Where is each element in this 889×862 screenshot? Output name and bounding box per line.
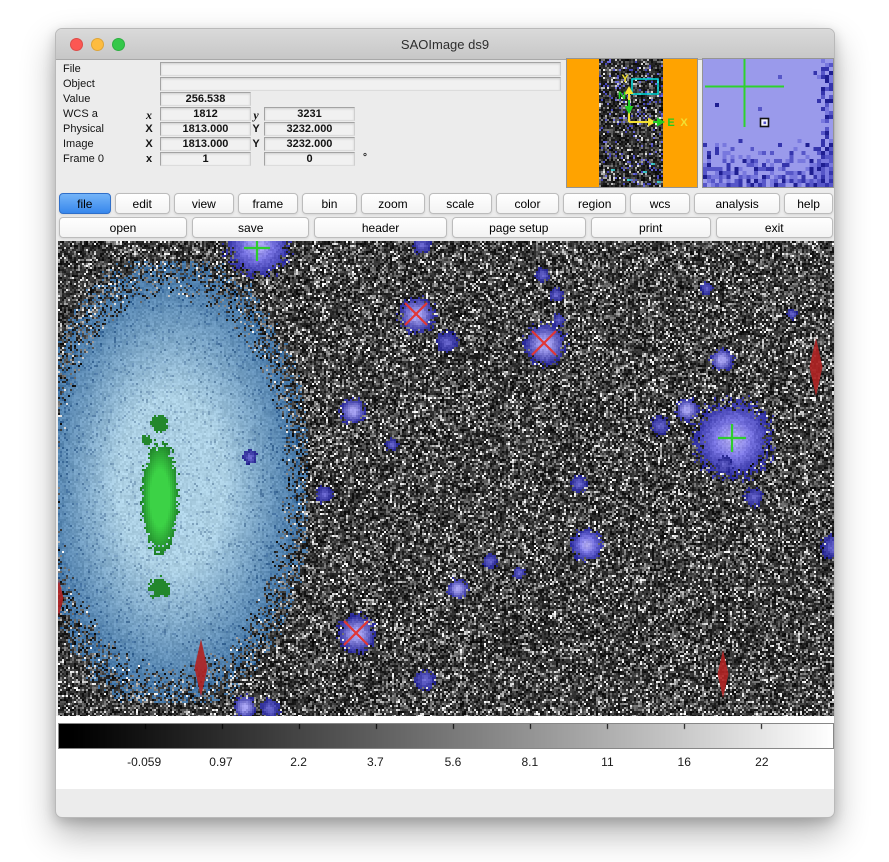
value-label: Value bbox=[63, 93, 90, 105]
traffic-lights bbox=[70, 29, 125, 59]
colorbar-tick-label: 8.1 bbox=[521, 755, 538, 769]
info-row-file: File bbox=[56, 62, 616, 77]
wcs-x-sublabel: x bbox=[142, 108, 156, 123]
magnifier-crosshair-icon bbox=[705, 59, 784, 127]
file-field[interactable] bbox=[160, 62, 561, 76]
compass-x-label: X bbox=[680, 117, 688, 129]
menu-bin[interactable]: bin bbox=[302, 193, 357, 214]
object-field[interactable] bbox=[160, 77, 561, 91]
image-x-field[interactable]: 1813.000 bbox=[160, 137, 251, 151]
region-cross-marker[interactable] bbox=[244, 241, 270, 261]
colorbar-tick-label: 0.97 bbox=[209, 755, 232, 769]
region-diamond-marker[interactable] bbox=[195, 639, 208, 697]
frame-zoom-sublabel: x bbox=[142, 153, 156, 165]
image-display[interactable] bbox=[58, 241, 834, 716]
frame-rotate-field[interactable]: 0 bbox=[264, 152, 355, 166]
menu-page-setup[interactable]: page setup bbox=[452, 217, 586, 238]
menu-edit[interactable]: edit bbox=[115, 193, 170, 214]
region-x-marker[interactable] bbox=[344, 621, 368, 645]
colorbar-tick-label: 16 bbox=[678, 755, 691, 769]
colorbar-canvas[interactable] bbox=[59, 724, 833, 748]
file-label: File bbox=[63, 63, 81, 75]
info-row-value: Value 256.538 bbox=[56, 92, 616, 107]
menu-color[interactable]: color bbox=[496, 193, 560, 214]
wcs-y-field[interactable]: 3231 bbox=[264, 107, 355, 121]
panner-overlay: Y N E X bbox=[567, 59, 697, 187]
ds9-window: SAOImage ds9 File Object Value 256.538 W… bbox=[55, 28, 835, 818]
menu-analysis[interactable]: analysis bbox=[694, 193, 780, 214]
physical-y-sublabel: Y bbox=[249, 123, 263, 135]
degree-suffix: ° bbox=[358, 152, 372, 163]
physical-x-sublabel: X bbox=[142, 123, 156, 135]
region-diamond-marker[interactable] bbox=[810, 338, 823, 396]
menu-wcs[interactable]: wcs bbox=[630, 193, 690, 214]
colorbar-tick-label: -0.059 bbox=[127, 755, 161, 769]
colorbar[interactable] bbox=[58, 723, 834, 749]
physical-label: Physical bbox=[63, 123, 104, 135]
magnifier-overlay bbox=[703, 59, 833, 187]
info-row-image: Image X 1813.000 Y 3232.000 bbox=[56, 137, 616, 152]
region-x-marker[interactable] bbox=[405, 303, 427, 325]
magnifier-panel[interactable] bbox=[702, 58, 834, 188]
menu-scale[interactable]: scale bbox=[429, 193, 492, 214]
value-field[interactable]: 256.538 bbox=[160, 92, 251, 106]
physical-x-field[interactable]: 1813.000 bbox=[160, 122, 251, 136]
object-label: Object bbox=[63, 78, 95, 90]
image-y-sublabel: Y bbox=[249, 138, 263, 150]
region-overlay bbox=[58, 241, 834, 716]
image-x-sublabel: X bbox=[142, 138, 156, 150]
window-title: SAOImage ds9 bbox=[401, 37, 489, 52]
colorbar-tick-label: 22 bbox=[755, 755, 768, 769]
wcs-y-sublabel: y bbox=[249, 108, 263, 123]
region-cross-marker[interactable] bbox=[718, 424, 746, 452]
physical-y-field[interactable]: 3232.000 bbox=[264, 122, 355, 136]
image-y-field[interactable]: 3232.000 bbox=[264, 137, 355, 151]
compass-e-label: E bbox=[667, 117, 674, 129]
close-button[interactable] bbox=[70, 38, 83, 51]
panner-viewport-rect[interactable] bbox=[632, 79, 658, 94]
magnifier-cursor-pixel bbox=[761, 119, 769, 127]
menu-row-1: fileeditviewframebinzoomscalecolorregion… bbox=[59, 193, 833, 214]
colorbar-tick-label: 11 bbox=[601, 755, 613, 769]
compass-y-label: Y bbox=[621, 73, 629, 85]
colorbar-tick-label: 5.6 bbox=[445, 755, 462, 769]
region-x-marker[interactable] bbox=[532, 331, 556, 355]
wcs-x-field[interactable]: 1812 bbox=[160, 107, 251, 121]
frame-label: Frame 0 bbox=[63, 153, 104, 165]
frame-zoom-field[interactable]: 1 bbox=[160, 152, 251, 166]
titlebar[interactable]: SAOImage ds9 bbox=[56, 29, 834, 60]
info-row-frame: Frame 0 x 1 0 ° bbox=[56, 152, 616, 167]
menu-row-2: opensaveheader page setupprintexit bbox=[59, 217, 833, 238]
menu-file[interactable]: file bbox=[59, 193, 111, 214]
menu-open[interactable]: open bbox=[59, 217, 187, 238]
colorbar-tick-label: 2.2 bbox=[290, 755, 307, 769]
info-row-physical: Physical X 1813.000 Y 3232.000 bbox=[56, 122, 616, 137]
info-row-wcs: WCS a x 1812 y 3231 bbox=[56, 107, 616, 122]
menu-exit[interactable]: exit bbox=[716, 217, 833, 238]
menu-region[interactable]: region bbox=[563, 193, 626, 214]
region-diamond-marker[interactable] bbox=[718, 650, 729, 698]
menu-header[interactable]: header bbox=[314, 217, 446, 238]
panner-panel[interactable]: Y N E X bbox=[566, 58, 698, 188]
menu-zoom[interactable]: zoom bbox=[361, 193, 425, 214]
menu-help[interactable]: help bbox=[784, 193, 833, 214]
info-row-object: Object bbox=[56, 77, 616, 92]
compass-n-label: N bbox=[618, 90, 626, 102]
region-diamond-marker[interactable] bbox=[58, 580, 64, 616]
wcs-label: WCS a bbox=[63, 108, 98, 120]
menu-frame[interactable]: frame bbox=[238, 193, 298, 214]
colorbar-tick-label: 3.7 bbox=[367, 755, 384, 769]
menu-view[interactable]: view bbox=[174, 193, 234, 214]
menu-print[interactable]: print bbox=[591, 217, 711, 238]
zoom-button[interactable] bbox=[112, 38, 125, 51]
image-label: Image bbox=[63, 138, 94, 150]
menu-save[interactable]: save bbox=[192, 217, 309, 238]
minimize-button[interactable] bbox=[91, 38, 104, 51]
